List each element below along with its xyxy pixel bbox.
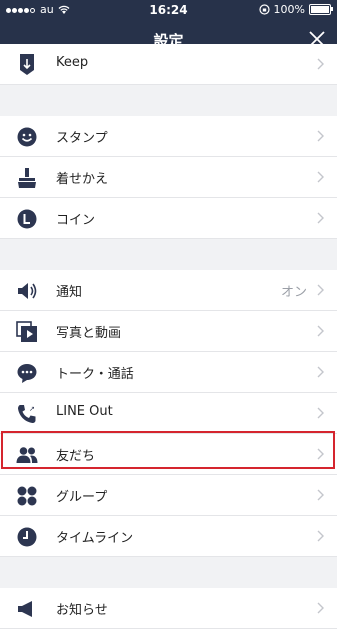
settings-item-photos-videos[interactable]: 写真と動画 [0,311,337,352]
chevron-right-icon [317,171,324,183]
battery-percent: 100% [273,3,305,16]
chevron-right-icon [317,407,324,419]
chevron-right-icon [317,58,324,70]
chevron-right-icon [317,530,324,542]
settings-item-label: 写真と動画 [56,326,122,341]
notification-status: オン [280,285,307,300]
svg-text:↗: ↗ [29,405,35,413]
smiley-icon [17,127,37,147]
megaphone-icon [18,601,32,617]
settings-item-label: Keep [56,55,89,70]
settings-item-keep[interactable]: Keep [0,44,337,85]
settings-item-label: タイムライン [56,531,134,546]
settings-item-groups[interactable]: グループ [0,475,337,516]
battery-area: 100% [258,3,333,16]
settings-item-chats-calls[interactable]: トーク・通話 [0,352,337,393]
settings-item-label: 通知 [56,285,83,300]
photo-video-icon [16,321,37,342]
settings-item-themes[interactable]: 着せかえ [0,157,337,198]
phone-icon: ↗ [18,405,36,423]
coin-icon [17,209,37,229]
chat-bubble-icon [17,364,37,383]
chevron-right-icon [317,284,324,296]
settings-item-label: スタンプ [56,131,108,146]
speaker-icon [18,283,37,299]
paint-brush-icon [18,168,36,188]
settings-item-announcements[interactable]: お知らせ [0,588,337,629]
highlight-box [1,431,335,469]
settings-item-label: 着せかえ [56,172,109,187]
chevron-right-icon [317,366,324,378]
settings-item-label: トーク・通話 [56,367,134,382]
settings-item-timeline[interactable]: タイムライン [0,516,337,557]
clock-icon [17,527,37,547]
settings-item-coins[interactable]: コイン [0,198,337,239]
settings-item-label: お知らせ [56,603,108,618]
settings-item-stickers[interactable]: スタンプ [0,116,337,157]
groups-icon [17,486,37,506]
battery-icon [309,4,333,15]
chevron-right-icon [317,212,324,224]
settings-item-label: グループ [56,490,108,505]
orientation-lock-icon [258,4,270,15]
chevron-right-icon [317,602,324,614]
settings-item-label: LINE Out [56,404,113,419]
chevron-right-icon [317,130,324,142]
status-bar: au 16:24 100% [0,0,337,20]
chevron-right-icon [317,489,324,501]
settings-item-line-out[interactable]: ↗ LINE Out [0,393,337,434]
settings-item-label: コイン [56,213,96,228]
keep-icon [20,54,34,75]
chevron-right-icon [317,325,324,337]
settings-item-notifications[interactable]: 通知 オン [0,270,337,311]
